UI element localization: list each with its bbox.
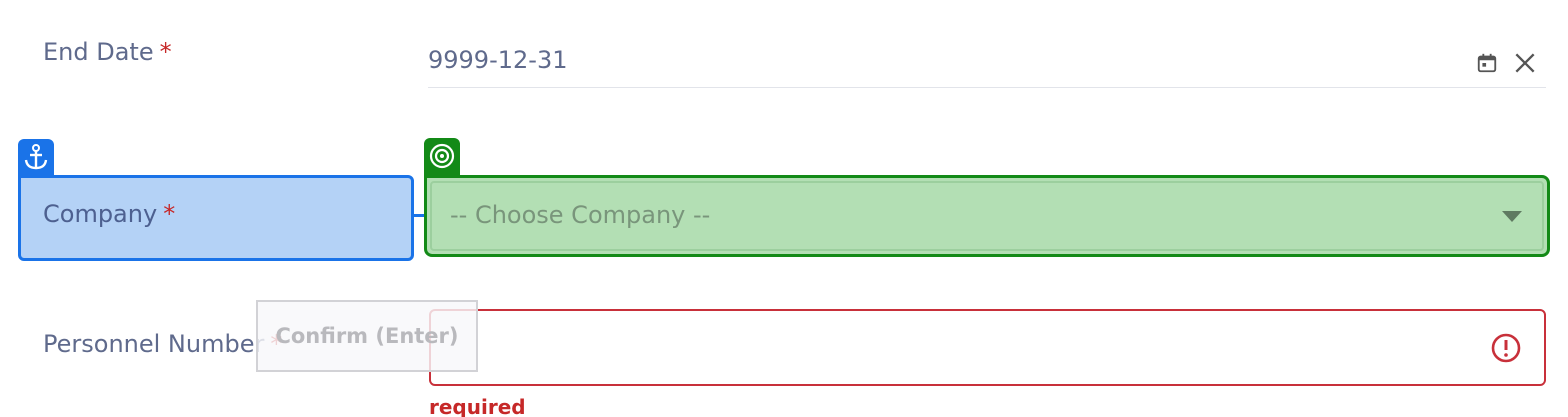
company-label-text: Company [43, 200, 158, 228]
personnel-number-input[interactable] [429, 309, 1546, 386]
end-date-field[interactable]: 9999-12-31 [428, 38, 1546, 88]
calendar-icon[interactable] [1476, 52, 1498, 74]
required-mark: * [159, 38, 172, 66]
personnel-number-error: required [429, 395, 526, 417]
target-icon [429, 143, 455, 169]
chevron-down-icon[interactable] [1502, 211, 1522, 222]
error-circle-icon [1491, 333, 1521, 363]
end-date-label: End Date * [43, 38, 172, 66]
target-tag [424, 138, 460, 176]
company-label: Company * [43, 200, 175, 228]
anchor-icon [24, 144, 48, 170]
confirm-button[interactable]: Confirm (Enter) [256, 300, 478, 372]
close-icon[interactable] [1512, 50, 1538, 76]
company-placeholder: -- Choose Company -- [450, 201, 711, 229]
personnel-number-label-text: Personnel Number [43, 330, 265, 358]
end-date-label-text: End Date [43, 38, 154, 66]
company-select[interactable]: -- Choose Company -- [430, 181, 1544, 251]
anchor-tag [18, 139, 54, 176]
end-date-value[interactable]: 9999-12-31 [428, 46, 567, 74]
required-mark: * [163, 200, 176, 228]
personnel-number-label: Personnel Number* [43, 330, 282, 358]
form-page: End Date * 9999-12-31 Company * -- Choos… [0, 0, 1568, 417]
